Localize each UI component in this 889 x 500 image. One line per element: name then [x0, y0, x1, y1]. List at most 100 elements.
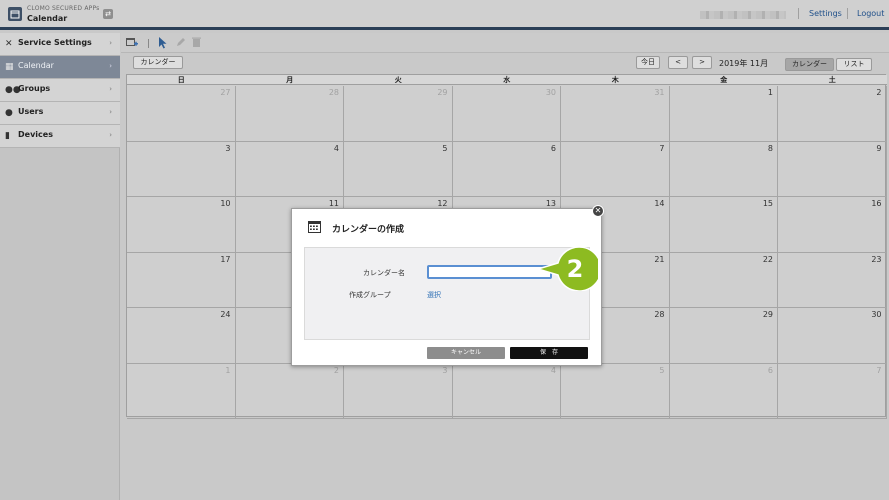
- header-divider: [847, 8, 848, 19]
- close-icon[interactable]: ✕: [592, 205, 604, 217]
- calendar-day-cell[interactable]: 3: [344, 363, 453, 419]
- group-icon: ●●: [5, 85, 21, 95]
- weekday-fri: 金: [720, 76, 728, 84]
- chevron-right-icon: ›: [109, 108, 112, 116]
- calendar-name-input[interactable]: [427, 265, 552, 279]
- calendar-day-cell[interactable]: 6: [669, 363, 778, 419]
- day-number: 30: [545, 88, 556, 97]
- header-divider: [798, 8, 799, 19]
- calendar-day-cell[interactable]: 2: [235, 363, 344, 419]
- select-cursor-icon[interactable]: [158, 37, 168, 53]
- day-number: 7: [659, 143, 665, 153]
- day-number: 28: [654, 310, 665, 319]
- app-title: Calendar: [27, 14, 68, 23]
- day-number: 30: [871, 310, 882, 319]
- calendar-day-cell[interactable]: 8: [669, 141, 778, 197]
- calendar-day-cell[interactable]: 30: [452, 86, 561, 142]
- day-number: 9: [876, 143, 882, 153]
- day-number: 3: [442, 365, 448, 375]
- current-month-label: 2019年 11月: [719, 59, 769, 68]
- day-number: 4: [333, 143, 339, 153]
- calendar-day-cell[interactable]: 4: [452, 363, 561, 419]
- calendar-day-cell[interactable]: 29: [344, 86, 453, 142]
- step-number: 2: [567, 255, 584, 283]
- calendar-day-cell[interactable]: 9: [778, 141, 887, 197]
- calendar-day-cell[interactable]: 30: [778, 308, 887, 364]
- step-callout-badge: 2: [538, 246, 598, 291]
- trash-icon[interactable]: [192, 37, 201, 51]
- add-calendar-icon[interactable]: [126, 37, 138, 52]
- calendar-day-cell[interactable]: 22: [669, 252, 778, 308]
- calendar-day-cell[interactable]: 17: [127, 252, 236, 308]
- calendar-day-cell[interactable]: 7: [778, 363, 887, 419]
- weekday-sun: 日: [177, 76, 185, 84]
- app-switch-icon[interactable]: ⇄: [103, 9, 113, 19]
- calendar-day-cell[interactable]: 27: [127, 86, 236, 142]
- calendar-day-cell[interactable]: 2: [778, 86, 887, 142]
- calendar-name-label: カレンダー名: [363, 269, 405, 277]
- dialog-title: カレンダーの作成: [332, 225, 405, 235]
- sidebar-item-service-settings[interactable]: ✕ Service Settings ›: [0, 33, 120, 56]
- day-number: 28: [328, 88, 339, 97]
- weekday-tue: 火: [394, 76, 402, 84]
- calendar-select-button[interactable]: カレンダー: [133, 56, 183, 69]
- calendar-day-cell[interactable]: 15: [669, 197, 778, 253]
- calendar-day-cell[interactable]: 10: [127, 197, 236, 253]
- calendar-day-cell[interactable]: 4: [235, 141, 344, 197]
- view-calendar-button[interactable]: カレンダー: [785, 58, 834, 71]
- sidebar-item-label: Service Settings: [18, 38, 92, 47]
- chevron-right-icon: ›: [109, 131, 112, 139]
- calendar-day-cell[interactable]: 28: [235, 86, 344, 142]
- chevron-right-icon: ›: [109, 62, 112, 70]
- today-button[interactable]: 今日: [636, 56, 660, 69]
- day-number: 6: [550, 143, 556, 153]
- sidebar: ✕ Service Settings › ▦ Calendar › ●● Gro…: [0, 33, 120, 500]
- calendar-day-cell[interactable]: 1: [669, 86, 778, 142]
- edit-pencil-icon[interactable]: [176, 37, 186, 51]
- save-button[interactable]: 保 存: [510, 347, 588, 359]
- day-number: 16: [871, 199, 882, 208]
- calendar-day-cell[interactable]: 1: [127, 363, 236, 419]
- calendar-day-cell[interactable]: 6: [452, 141, 561, 197]
- calendar-day-cell[interactable]: 7: [561, 141, 670, 197]
- day-number: 10: [220, 199, 231, 208]
- day-number: 15: [762, 199, 773, 208]
- logout-link[interactable]: Logout: [857, 9, 884, 18]
- calendar-day-cell[interactable]: 3: [127, 141, 236, 197]
- weekday-mon: 月: [286, 76, 294, 84]
- sidebar-item-users[interactable]: ● Users ›: [0, 102, 120, 125]
- calendar-day-cell[interactable]: 24: [127, 308, 236, 364]
- app-logo-icon: [8, 7, 22, 21]
- day-number: 21: [654, 254, 665, 264]
- chevron-right-icon: ›: [109, 85, 112, 93]
- day-number: 6: [767, 365, 773, 375]
- settings-link[interactable]: Settings: [809, 9, 842, 18]
- calendar-day-cell[interactable]: 29: [669, 308, 778, 364]
- sidebar-item-label: Calendar: [18, 61, 54, 70]
- user-name-blurred: [700, 11, 786, 19]
- day-number: 2: [876, 88, 882, 97]
- weekday-thu: 木: [611, 76, 619, 84]
- day-number: 11: [328, 199, 339, 208]
- calendar-day-cell[interactable]: 5: [561, 363, 670, 419]
- select-group-link[interactable]: 選択: [427, 290, 441, 300]
- sidebar-item-calendar[interactable]: ▦ Calendar ›: [0, 56, 120, 79]
- view-list-button[interactable]: リスト: [836, 58, 872, 71]
- sidebar-item-groups[interactable]: ●● Groups ›: [0, 79, 120, 102]
- calendar-day-cell[interactable]: 16: [778, 197, 887, 253]
- device-icon: ▮: [5, 131, 10, 141]
- toolbar-divider: [148, 39, 149, 48]
- weekday-sat: 土: [828, 76, 836, 84]
- sidebar-item-label: Devices: [18, 130, 53, 139]
- calendar-icon: [308, 220, 321, 233]
- app-brand: CLOMO SECURED APPs: [27, 5, 100, 12]
- next-month-button[interactable]: >: [692, 56, 712, 69]
- cancel-button[interactable]: キャンセル: [427, 347, 505, 359]
- calendar-day-cell[interactable]: 23: [778, 252, 887, 308]
- prev-month-button[interactable]: <: [668, 56, 688, 69]
- create-group-label: 作成グループ: [349, 291, 391, 299]
- calendar-day-cell[interactable]: 5: [344, 141, 453, 197]
- sidebar-item-devices[interactable]: ▮ Devices ›: [0, 125, 120, 148]
- day-number: 7: [876, 365, 882, 375]
- calendar-day-cell[interactable]: 31: [561, 86, 670, 142]
